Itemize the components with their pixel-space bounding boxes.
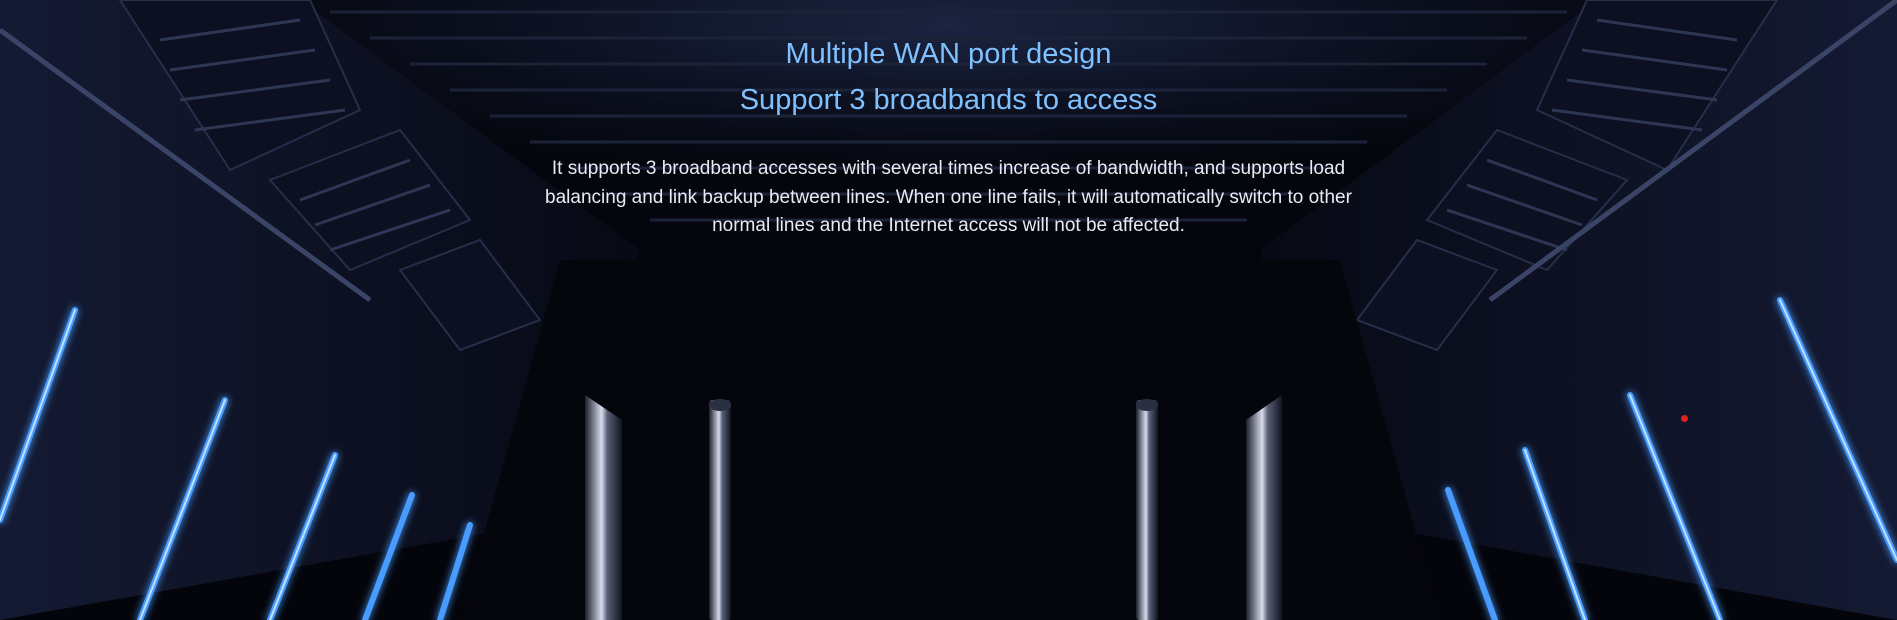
feature-description: It supports 3 broadband accesses with se…: [545, 158, 1352, 236]
heading-line-2: Support 3 broadbands to access: [739, 84, 1158, 116]
hero-text-block: Multiple WAN port design Support 3 broad…: [0, 0, 1897, 241]
red-marker-dot: [1681, 415, 1688, 422]
heading-line-1: Multiple WAN port design: [785, 38, 1112, 70]
hero-section: Multiple WAN port design Support 3 broad…: [0, 0, 1897, 620]
